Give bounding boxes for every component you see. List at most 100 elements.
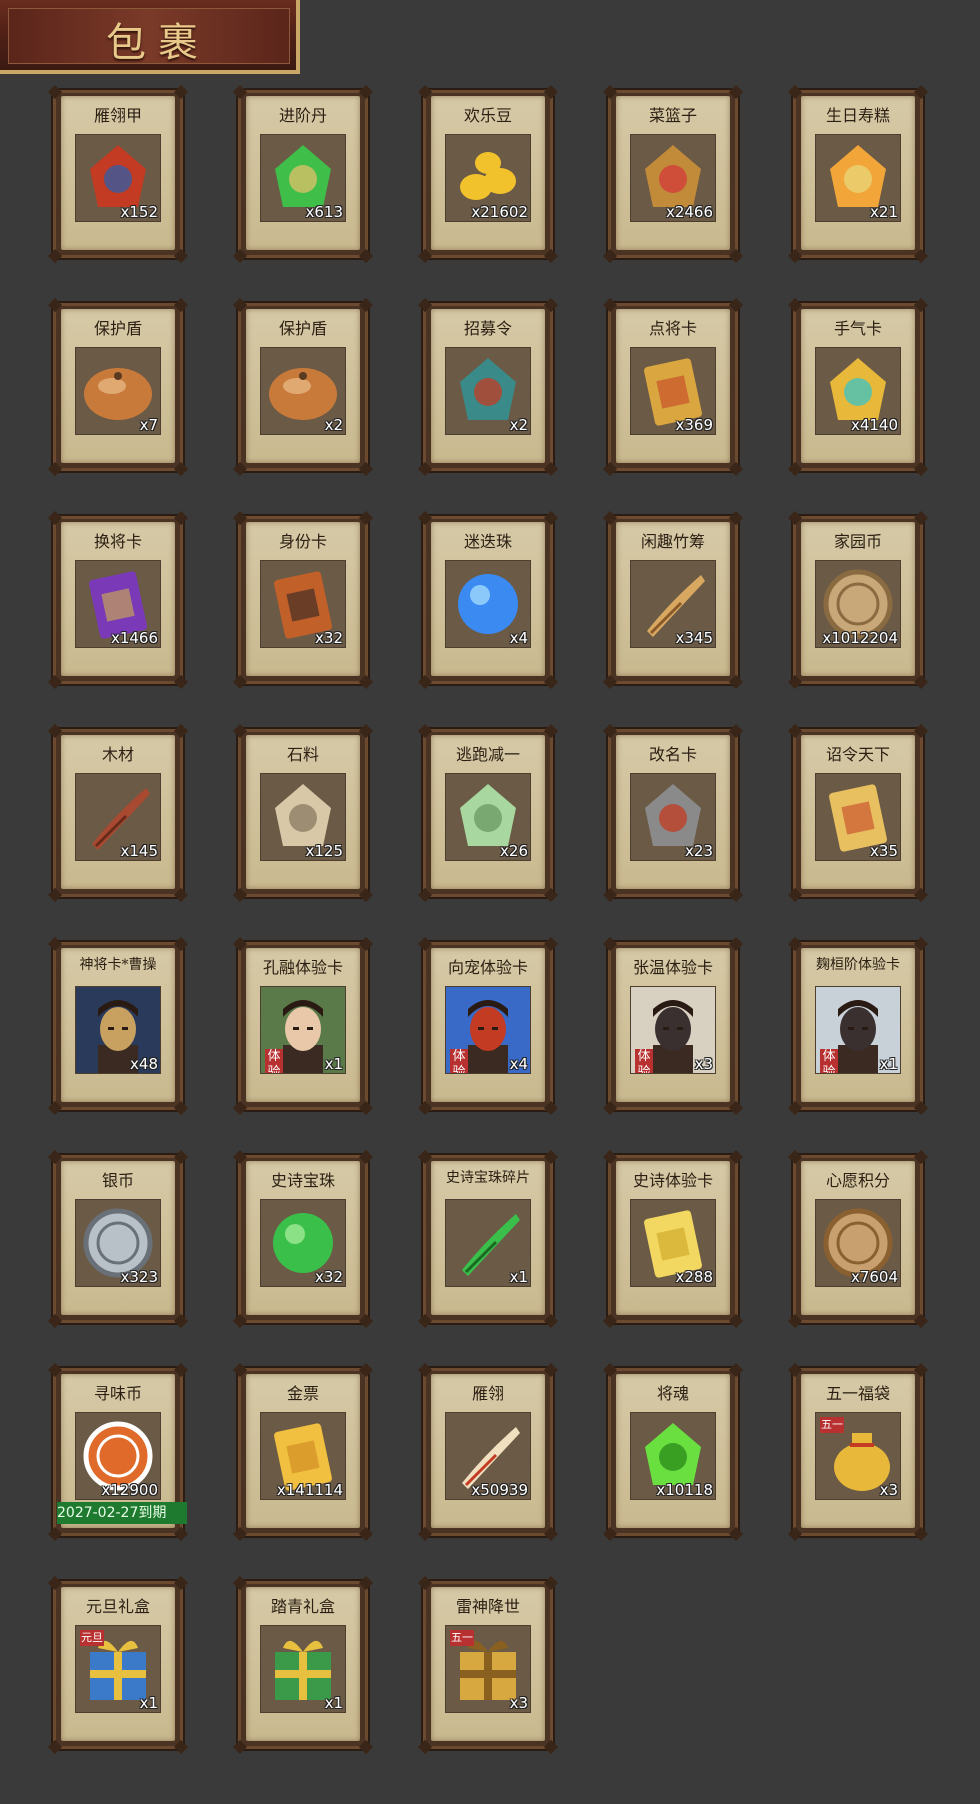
- card-corner-ornament: [173, 297, 189, 313]
- item-count: x2466: [665, 203, 713, 221]
- item-count: x10118: [656, 1481, 713, 1499]
- item-card[interactable]: 石料 x125: [232, 723, 374, 903]
- card-corner-ornament: [913, 674, 929, 690]
- card-corner-ornament: [232, 1149, 248, 1165]
- item-name: 张温体验卡: [632, 958, 713, 977]
- gift-box-blue-icon: 元旦 x1: [75, 1625, 161, 1713]
- item-card[interactable]: 菜篮子 x2466: [602, 84, 744, 264]
- item-name: 闲趣竹筹: [640, 532, 705, 551]
- item-card[interactable]: 史诗宝珠 x32: [232, 1149, 374, 1329]
- item-name: 元旦礼盒: [85, 1597, 150, 1616]
- item-card-body: 换将卡 x1466: [61, 522, 175, 676]
- card-corner-ornament: [173, 461, 189, 477]
- item-card[interactable]: 欢乐豆 x21602: [417, 84, 559, 264]
- jade-token-icon: x4140: [815, 347, 901, 435]
- card-corner-ornament: [417, 297, 433, 313]
- card-corner-ornament: [787, 723, 803, 739]
- lucky-bag-icon: 五一 x3: [815, 1412, 901, 1500]
- item-card[interactable]: 踏青礼盒 x1: [232, 1575, 374, 1755]
- card-corner-ornament: [602, 248, 618, 264]
- item-card-body: 金票 x141114: [246, 1374, 360, 1528]
- gold-beans-icon: x21602: [445, 134, 531, 222]
- item-card[interactable]: 迷迭珠 x4: [417, 510, 559, 690]
- item-name: 逃跑减一: [455, 745, 520, 764]
- card-corner-ornament: [417, 936, 433, 952]
- item-name: 将魂: [656, 1384, 689, 1403]
- card-corner-ornament: [417, 1739, 433, 1755]
- item-card[interactable]: 孔融体验卡 体验 x1: [232, 936, 374, 1116]
- item-card[interactable]: 闲趣竹筹 x345: [602, 510, 744, 690]
- card-corner-ornament: [787, 1362, 803, 1378]
- item-card[interactable]: 保护盾 x2: [232, 297, 374, 477]
- card-corner-ornament: [543, 1100, 559, 1116]
- item-card[interactable]: 诏令天下 x35: [787, 723, 929, 903]
- item-name: 身份卡: [278, 532, 327, 551]
- item-card[interactable]: 生日寿糕 x21: [787, 84, 929, 264]
- item-card-body: 向宠体验卡 体验 x4: [431, 948, 545, 1102]
- item-card[interactable]: 麹桓阶体验卡 体验 x1: [787, 936, 929, 1116]
- item-card-body: 欢乐豆 x21602: [431, 96, 545, 250]
- card-corner-ornament: [358, 248, 374, 264]
- card-corner-ornament: [358, 936, 374, 952]
- card-corner-ornament: [602, 1526, 618, 1542]
- card-corner-ornament: [728, 936, 744, 952]
- card-corner-ornament: [787, 674, 803, 690]
- item-card[interactable]: 心愿积分 x7604: [787, 1149, 929, 1329]
- item-card[interactable]: 点将卡 x369: [602, 297, 744, 477]
- item-count: x2: [324, 416, 343, 434]
- item-card[interactable]: 身份卡 x32: [232, 510, 374, 690]
- item-name: 雁翎: [471, 1384, 504, 1403]
- swap-card-icon: x1466: [75, 560, 161, 648]
- item-card[interactable]: 雁翎 x50939: [417, 1362, 559, 1542]
- item-card-body: 雷神降世 五一 x3: [431, 1587, 545, 1741]
- item-card[interactable]: 五一福袋 五一 x3: [787, 1362, 929, 1542]
- item-count: x4: [509, 629, 528, 647]
- item-card[interactable]: 逃跑减一 x26: [417, 723, 559, 903]
- card-corner-ornament: [787, 1313, 803, 1329]
- item-card[interactable]: 木材 x145: [47, 723, 189, 903]
- card-corner-ornament: [543, 674, 559, 690]
- item-count: x1: [139, 1694, 158, 1712]
- item-card[interactable]: 神将卡*曹操 x48: [47, 936, 189, 1116]
- item-card[interactable]: 家园币 x1012204: [787, 510, 929, 690]
- card-corner-ornament: [543, 1149, 559, 1165]
- item-card[interactable]: 招募令 x2: [417, 297, 559, 477]
- item-card[interactable]: 雷神降世 五一 x3: [417, 1575, 559, 1755]
- item-card[interactable]: 金票 x141114: [232, 1362, 374, 1542]
- item-card[interactable]: 元旦礼盒元旦 x1: [47, 1575, 189, 1755]
- card-corner-ornament: [358, 1739, 374, 1755]
- card-corner-ornament: [543, 84, 559, 100]
- item-count: x3: [694, 1055, 713, 1073]
- item-card[interactable]: 史诗宝珠碎片 x1: [417, 1149, 559, 1329]
- item-card[interactable]: 将魂 x10118: [602, 1362, 744, 1542]
- item-card[interactable]: 史诗体验卡 x288: [602, 1149, 744, 1329]
- item-card-body: 逃跑减一 x26: [431, 735, 545, 889]
- card-corner-ornament: [728, 1313, 744, 1329]
- item-card[interactable]: 手气卡 x4140: [787, 297, 929, 477]
- item-card[interactable]: 保护盾 x7: [47, 297, 189, 477]
- card-corner-ornament: [417, 1149, 433, 1165]
- item-name: 欢乐豆: [463, 106, 512, 125]
- card-corner-ornament: [358, 1100, 374, 1116]
- item-count: x152: [120, 203, 158, 221]
- item-name: 保护盾: [93, 319, 142, 338]
- card-corner-ornament: [358, 1526, 374, 1542]
- card-corner-ornament: [232, 1313, 248, 1329]
- card-corner-ornament: [417, 723, 433, 739]
- shield-icon: x2: [260, 347, 346, 435]
- item-card-body: 生日寿糕 x21: [801, 96, 915, 250]
- item-card[interactable]: 改名卡 x23: [602, 723, 744, 903]
- item-card-body: 诏令天下 x35: [801, 735, 915, 889]
- item-card[interactable]: 银币 x323: [47, 1149, 189, 1329]
- item-card[interactable]: 向宠体验卡 体验 x4: [417, 936, 559, 1116]
- card-corner-ornament: [358, 461, 374, 477]
- item-card[interactable]: 张温体验卡 体验 x3: [602, 936, 744, 1116]
- item-count: x2: [509, 416, 528, 434]
- item-card[interactable]: 换将卡 x1466: [47, 510, 189, 690]
- item-card[interactable]: 进阶丹 x613: [232, 84, 374, 264]
- card-corner-ornament: [232, 887, 248, 903]
- item-card-body: 史诗体验卡 x288: [616, 1161, 730, 1315]
- item-card[interactable]: 寻味币 x12900 2027-02-27到期: [47, 1362, 189, 1542]
- portrait-xiangchong-icon: 体验 x4: [445, 986, 531, 1074]
- item-card[interactable]: 雁翎甲 x152: [47, 84, 189, 264]
